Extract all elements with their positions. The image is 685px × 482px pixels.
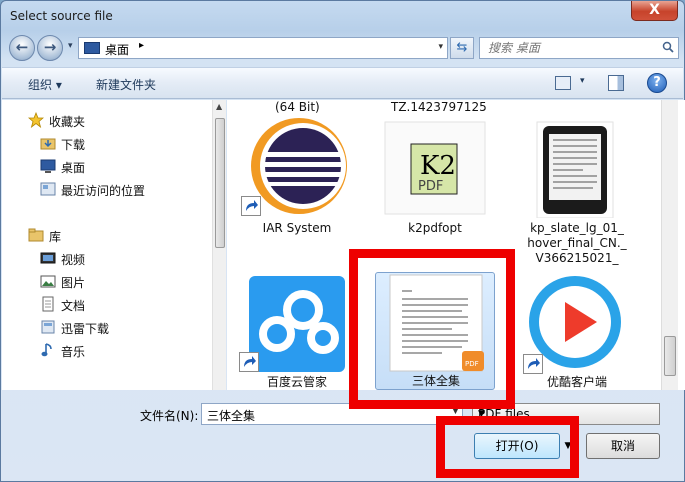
sidebar-item-label: 视频 [61, 253, 86, 267]
file-list-scrollbar[interactable] [661, 100, 678, 390]
file-name: kp_slate_lg_01_ hover_final_CN._ V366215… [527, 221, 627, 265]
sidebar-item-label: 图片 [61, 276, 86, 290]
music-icon [41, 343, 52, 357]
highlight-box [349, 249, 515, 409]
video-icon [40, 252, 56, 264]
sidebar-item-label: 最近访问的位置 [61, 184, 146, 198]
search-icon[interactable] [662, 41, 674, 53]
file-item[interactable]: 百度云管家 [237, 272, 357, 390]
file-name: IAR System [262, 221, 332, 235]
sidebar-scrollbar[interactable]: ▲ [212, 100, 226, 390]
close-button[interactable]: X [631, 1, 678, 21]
new-folder-button[interactable]: 新建文件夹 [96, 76, 156, 93]
file-name: 百度云管家 [266, 375, 327, 389]
sidebar-item-favorites[interactable]: 收藏夹 [28, 110, 226, 130]
address-dropdown-icon[interactable]: ▾ [438, 42, 443, 52]
icon-text: K2 [420, 151, 456, 181]
history-dropdown-icon[interactable]: ▾ [68, 41, 73, 51]
recent-places-icon [40, 182, 56, 196]
sidebar-item-recent-places[interactable]: 最近访问的位置 [40, 179, 226, 199]
star-icon [28, 112, 44, 128]
refresh-button[interactable]: ⇆ [450, 37, 474, 59]
navigation-bar: ← → ▾ 桌面 ▸ ▾ ⇆ [9, 33, 679, 63]
sidebar-item-label: 库 [49, 230, 62, 244]
sidebar-item-videos[interactable]: 视频 [40, 248, 226, 268]
sidebar-item-label: 收藏夹 [49, 115, 86, 129]
address-bar[interactable]: 桌面 ▸ ▾ [78, 37, 448, 59]
k2pdf-icon: K2 PDF [384, 121, 486, 215]
shortcut-arrow-icon [523, 354, 543, 374]
navigation-pane: 收藏夹 下载 桌面 最近访问的位置 库 视频 图片 文档 迅雷下载 音乐 ▲ [2, 100, 226, 390]
filename-label: 文件名(N): [140, 409, 199, 423]
organize-menu[interactable]: 组织 ▾ [28, 76, 62, 93]
file-item[interactable]: 优酷客户端 [517, 272, 637, 390]
file-item[interactable]: IAR System [237, 118, 357, 243]
address-text[interactable]: 桌面 [105, 41, 129, 58]
desktop-icon [84, 42, 100, 54]
back-button[interactable]: ← [9, 35, 35, 61]
file-name-partial: (64 Bit) [275, 100, 320, 114]
file-list-scroll-thumb[interactable] [664, 336, 676, 376]
thunder-download-icon [41, 320, 55, 334]
filename-value[interactable]: 三体全集 [207, 407, 255, 424]
command-toolbar: 组织 ▾ 新建文件夹 ▾ ? [2, 67, 683, 99]
file-item[interactable]: K2 PDF k2pdfopt [375, 118, 495, 243]
sidebar-item-desktop[interactable]: 桌面 [40, 156, 226, 176]
sidebar-item-downloads[interactable]: 下载 [40, 133, 226, 153]
sidebar-scroll-thumb[interactable] [215, 118, 225, 248]
chevron-right-icon[interactable]: ▸ [139, 40, 144, 51]
sidebar-item-label: 桌面 [61, 161, 86, 175]
search-input[interactable] [480, 38, 660, 58]
file-name: 优酷客户端 [546, 375, 607, 389]
scroll-up-icon[interactable]: ▲ [216, 102, 222, 111]
dialog-footer: 文件名(N): 三体全集 ▼ PDF files ▼ 打开(O) ▼ 取消 [2, 391, 683, 482]
sidebar-item-pictures[interactable]: 图片 [40, 271, 226, 291]
picture-icon [40, 275, 56, 288]
sidebar-item-label: 文档 [61, 299, 86, 313]
window-title: Select source file [10, 9, 113, 23]
search-box[interactable] [479, 37, 679, 59]
shortcut-arrow-icon [241, 196, 261, 216]
sidebar-item-thunder-downloads[interactable]: 迅雷下载 [40, 317, 226, 337]
document-icon [42, 296, 54, 312]
library-icon [28, 228, 44, 242]
file-dialog-window: Select source file X ← → ▾ 桌面 ▸ ▾ ⇆ 组织 ▾… [0, 0, 685, 482]
sidebar-item-music[interactable]: 音乐 [40, 340, 226, 360]
icon-text: PDF [418, 179, 443, 194]
cancel-button[interactable]: 取消 [586, 433, 660, 459]
highlight-box [436, 416, 579, 478]
preview-pane-icon[interactable] [608, 75, 624, 91]
ereader-image-icon [536, 121, 614, 218]
sidebar-item-label: 下载 [61, 138, 86, 152]
sidebar-item-label: 音乐 [61, 345, 86, 359]
sidebar-item-label: 迅雷下载 [61, 322, 110, 336]
download-folder-icon [40, 138, 56, 150]
shortcut-arrow-icon [239, 352, 259, 372]
desktop-icon [40, 159, 56, 173]
view-dropdown-icon[interactable]: ▾ [580, 76, 585, 86]
sidebar-item-libraries[interactable]: 库 [28, 225, 226, 245]
view-icon[interactable] [555, 76, 571, 90]
file-name: k2pdfopt [408, 221, 462, 235]
file-name-partial: TZ.1423797125 [391, 100, 487, 114]
file-item[interactable]: kp_slate_lg_01_ hover_final_CN._ V366215… [517, 118, 637, 268]
forward-button[interactable]: → [37, 35, 63, 61]
sidebar-item-documents[interactable]: 文档 [40, 294, 226, 314]
title-bar: Select source file X [1, 1, 684, 31]
help-button[interactable]: ? [647, 73, 667, 93]
